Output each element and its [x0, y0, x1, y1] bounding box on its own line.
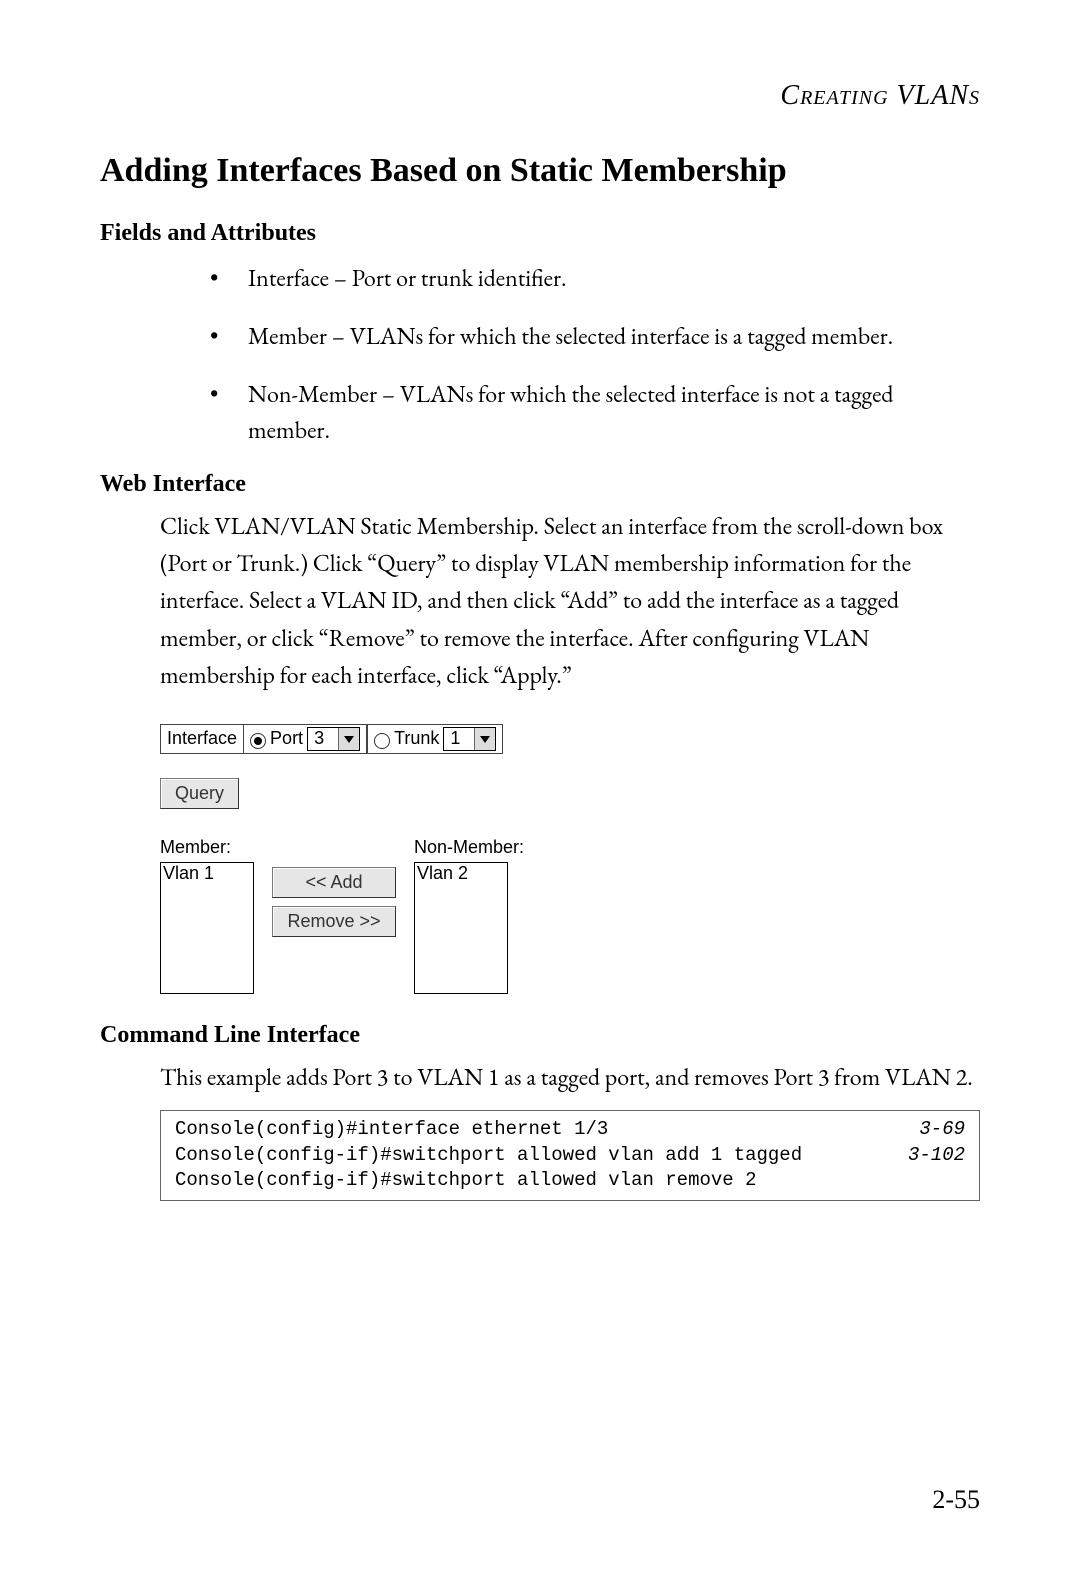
field-item: Non-Member – VLANs for which the selecte…	[210, 377, 980, 449]
port-radio-label: Port	[270, 728, 303, 749]
nonmember-label: Non-Member:	[414, 837, 524, 858]
port-radio-cell[interactable]: Port 3	[243, 724, 367, 754]
fields-list: Interface – Port or trunk identifier. Me…	[100, 261, 980, 449]
nonmember-listbox[interactable]: Vlan 2	[414, 862, 508, 994]
interface-label: Interface	[160, 724, 243, 754]
page-number: 2-55	[932, 1485, 980, 1515]
field-item: Interface – Port or trunk identifier.	[210, 261, 980, 297]
nonmember-column: Non-Member: Vlan 2	[414, 837, 524, 994]
member-column: Member: Vlan 1	[160, 837, 254, 994]
port-select-value: 3	[308, 728, 338, 749]
cli-command: Console(config-if)#switchport allowed vl…	[175, 1143, 802, 1169]
cli-heading: Command Line Interface	[100, 1022, 980, 1049]
trunk-radio-cell[interactable]: Trunk 1	[367, 724, 503, 754]
remove-button[interactable]: Remove >>	[272, 906, 396, 937]
interface-selector-row: Interface Port 3 Trunk 1	[160, 724, 680, 754]
web-interface-heading: Web Interface	[100, 471, 980, 498]
running-head: Creating VLANs	[100, 80, 980, 112]
port-select[interactable]: 3	[307, 727, 360, 751]
query-button[interactable]: Query	[160, 778, 239, 809]
list-item[interactable]: Vlan 1	[163, 863, 253, 884]
cli-output-box: Console(config)#interface ethernet 1/3 3…	[160, 1110, 980, 1201]
port-radio-icon	[250, 733, 266, 749]
cli-line: Console(config-if)#switchport allowed vl…	[175, 1143, 965, 1169]
cli-paragraph: This example adds Port 3 to VLAN 1 as a …	[160, 1059, 980, 1096]
web-interface-paragraph: Click VLAN/VLAN Static Membership. Selec…	[160, 508, 980, 694]
cli-line: Console(config-if)#switchport allowed vl…	[175, 1168, 965, 1194]
cli-command: Console(config-if)#switchport allowed vl…	[175, 1168, 757, 1194]
cli-command: Console(config)#interface ethernet 1/3	[175, 1117, 608, 1143]
cli-line: Console(config)#interface ethernet 1/3 3…	[175, 1117, 965, 1143]
chevron-down-icon[interactable]	[474, 728, 495, 750]
member-listbox[interactable]: Vlan 1	[160, 862, 254, 994]
trunk-radio-icon	[374, 733, 390, 749]
page-title: Adding Interfaces Based on Static Member…	[100, 152, 980, 190]
vlan-membership-panel: Interface Port 3 Trunk 1	[160, 724, 680, 994]
cli-ref: 3-69	[899, 1117, 965, 1143]
field-item: Member – VLANs for which the selected in…	[210, 319, 980, 355]
list-item[interactable]: Vlan 2	[417, 863, 507, 884]
trunk-select-value: 1	[444, 728, 474, 749]
member-label: Member:	[160, 837, 254, 858]
trunk-radio-label: Trunk	[394, 728, 439, 749]
trunk-select[interactable]: 1	[443, 727, 496, 751]
running-head-text: Creating VLANs	[780, 80, 980, 111]
cli-ref: 3-102	[888, 1143, 965, 1169]
fields-heading: Fields and Attributes	[100, 220, 980, 247]
cli-ref	[945, 1168, 965, 1194]
add-button[interactable]: << Add	[272, 867, 396, 898]
chevron-down-icon[interactable]	[338, 728, 359, 750]
